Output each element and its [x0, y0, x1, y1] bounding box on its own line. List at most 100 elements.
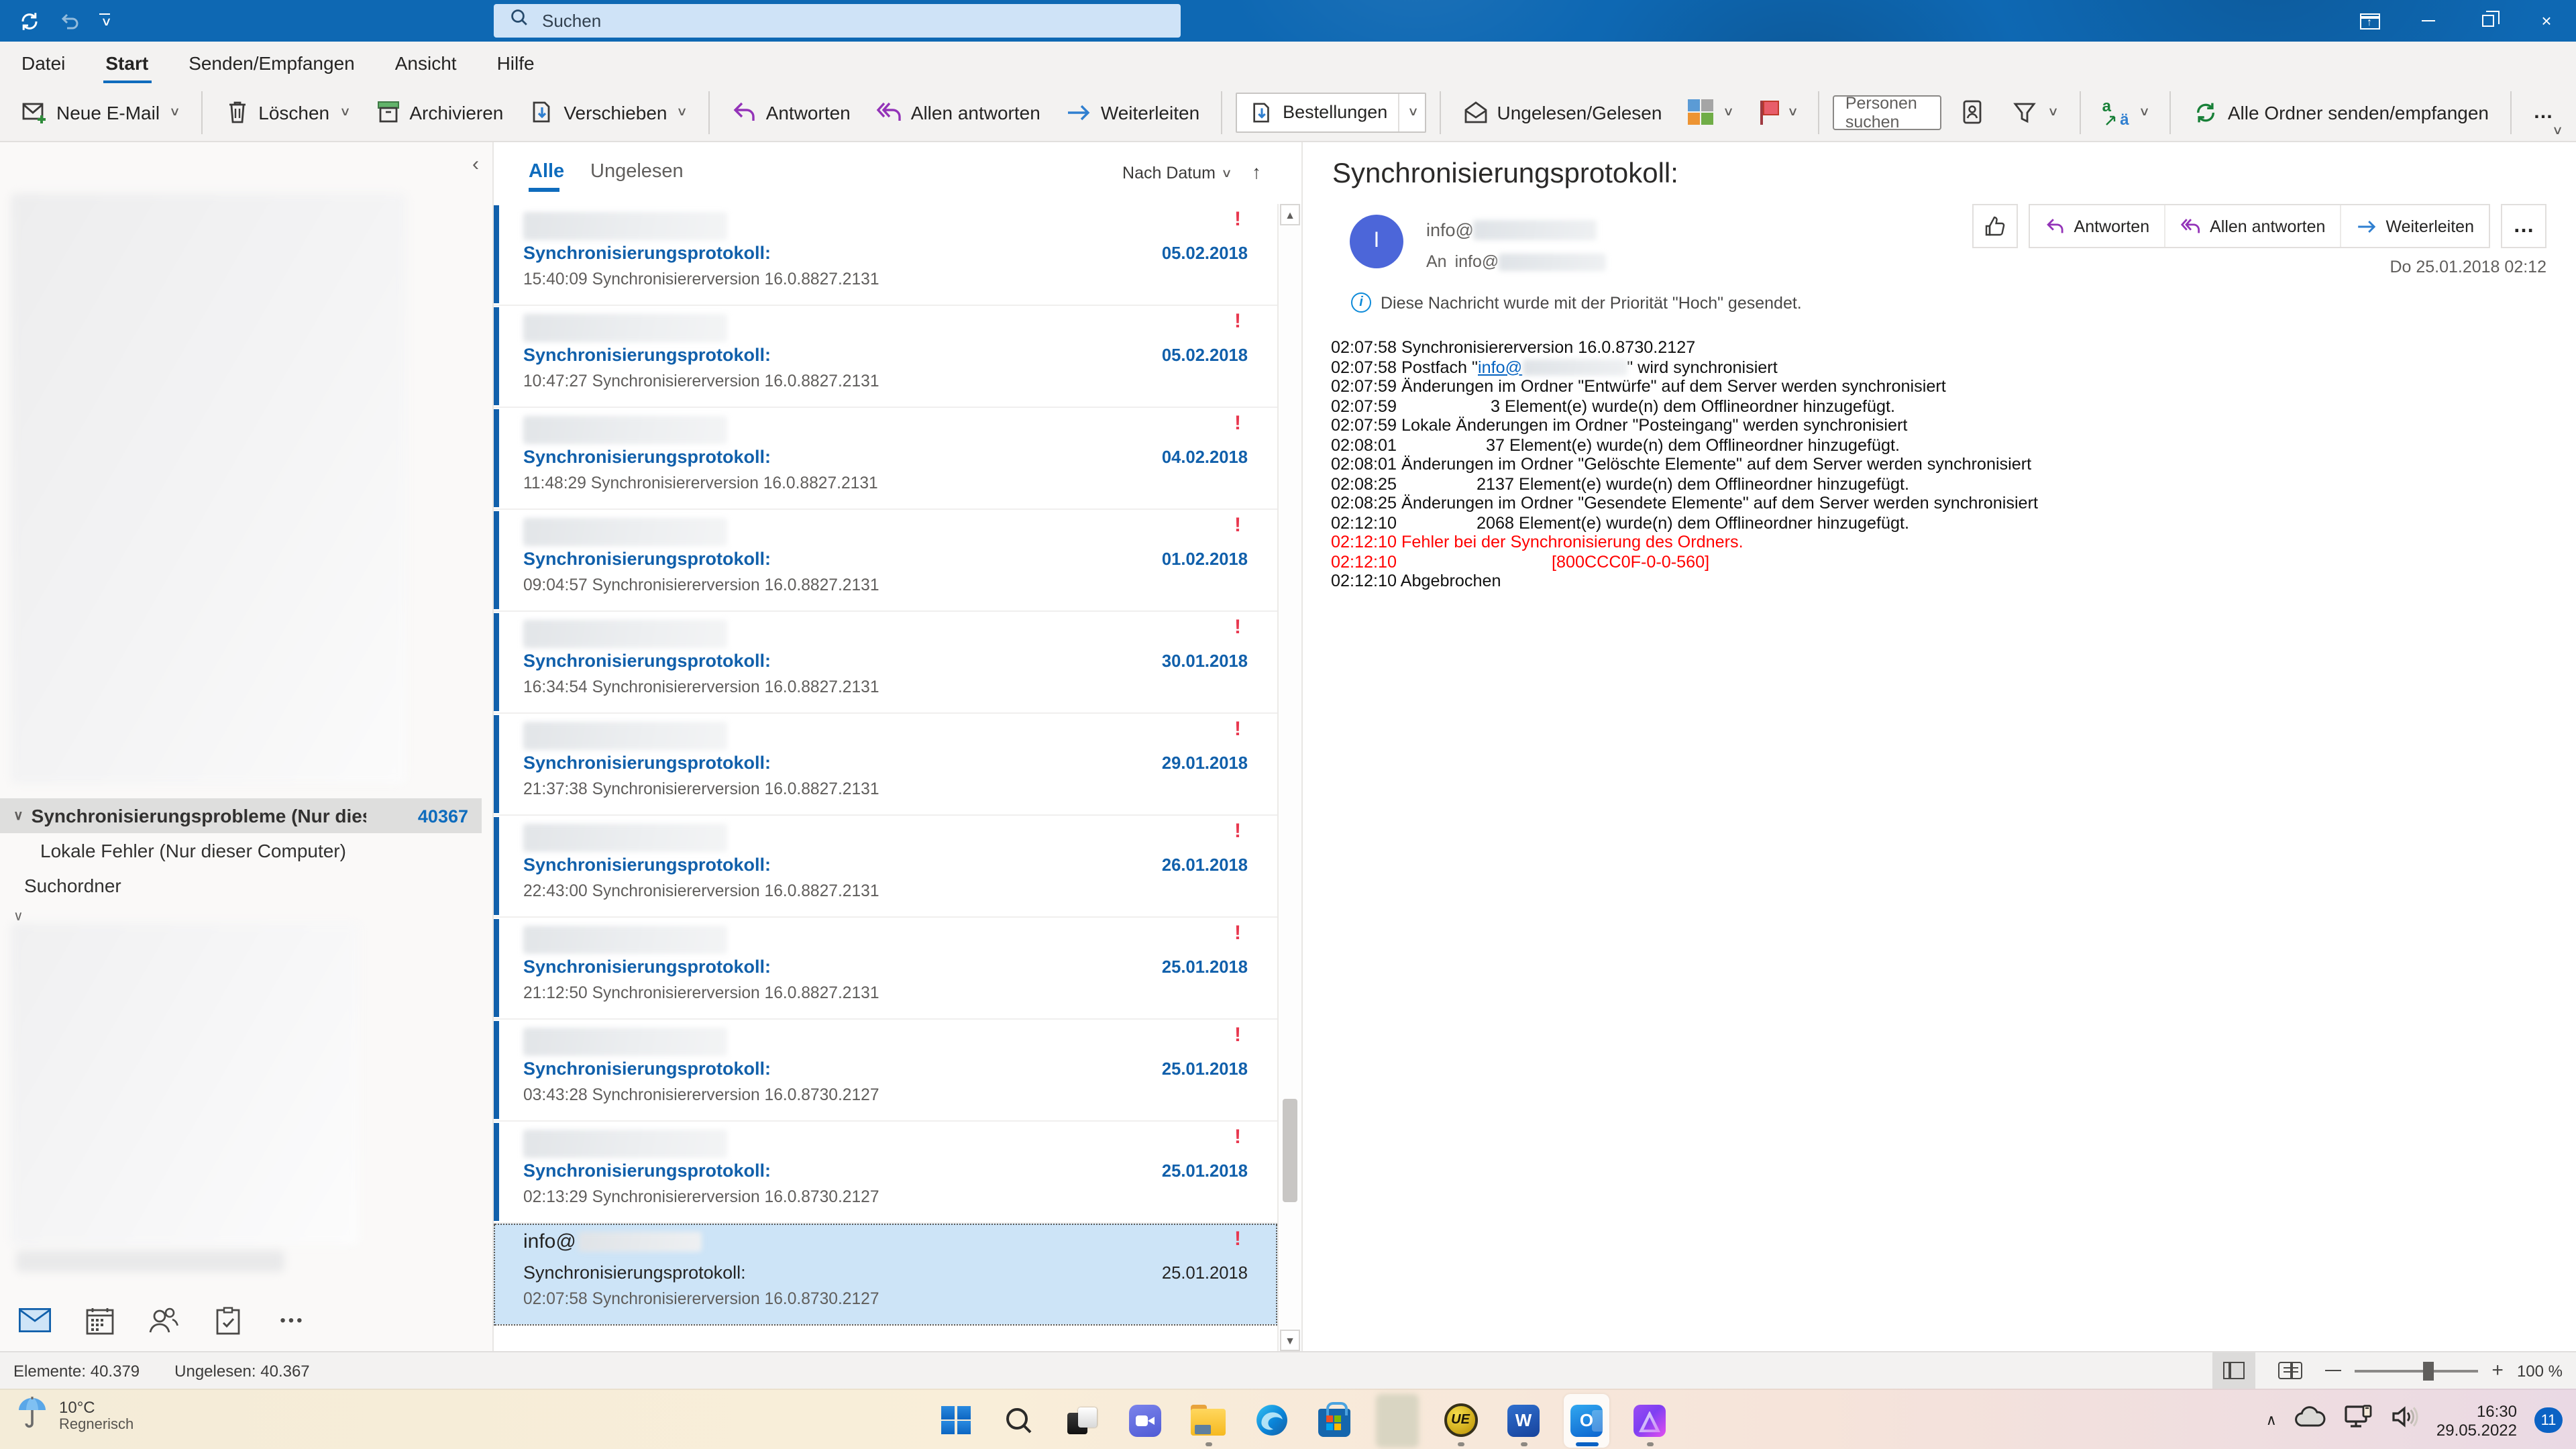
taskbar-clock[interactable]: 16:30 29.05.2022	[2436, 1401, 2517, 1439]
tab-start[interactable]: Start	[103, 44, 151, 81]
reply-button[interactable]: Antworten	[2030, 205, 2165, 247]
chat-icon[interactable]	[1122, 1393, 1168, 1447]
popout-icon[interactable]	[2340, 0, 2399, 42]
sort-by-label[interactable]: Nach Datum	[1122, 164, 1216, 182]
address-book-button[interactable]	[1951, 92, 1994, 132]
list-item[interactable]: Synchronisierungsprotokoll:05.02.201815:…	[494, 204, 1277, 306]
filter-email-button[interactable]	[2003, 92, 2065, 132]
word-icon[interactable]: W	[1501, 1393, 1546, 1447]
filter-tab-unread[interactable]: Ungelesen	[590, 161, 684, 182]
minimize-button[interactable]	[2399, 0, 2458, 42]
zoom-slider-thumb[interactable]	[2423, 1361, 2434, 1380]
list-item[interactable]: Synchronisierungsprotokoll:30.01.201816:…	[494, 612, 1277, 714]
follow-up-button[interactable]	[1751, 93, 1805, 131]
reply-all-button[interactable]: Allen antworten	[2164, 205, 2340, 247]
edge-icon[interactable]	[1248, 1393, 1294, 1447]
forward-button[interactable]: Weiterleiten	[1058, 92, 1208, 132]
normal-view-button[interactable]	[2212, 1352, 2255, 1389]
restore-button[interactable]	[2458, 0, 2517, 42]
tasks-module-icon[interactable]	[212, 1304, 244, 1336]
list-item[interactable]: info@Synchronisierungsprotokoll:25.01.20…	[494, 1224, 1277, 1326]
list-item[interactable]: Synchronisierungsprotokoll:25.01.201803:…	[494, 1020, 1277, 1122]
archive-button[interactable]: Archivieren	[366, 92, 511, 132]
chevron-down-icon[interactable]: ∨	[13, 808, 23, 823]
store-icon[interactable]	[1311, 1393, 1357, 1447]
volume-icon[interactable]	[2391, 1405, 2419, 1436]
mailbox-link[interactable]: info@	[1478, 358, 1627, 377]
zoom-in-button[interactable]: +	[2491, 1364, 2504, 1377]
sort-dropdown-icon[interactable]	[1222, 166, 1233, 181]
sidebar-item-local-errors[interactable]: Lokale Fehler (Nur dieser Computer)	[0, 833, 482, 868]
message-list-scrollbar[interactable]: ▲ ▼	[1277, 204, 1301, 1351]
categorize-button[interactable]	[1679, 93, 1741, 132]
ultraedit-icon[interactable]: UE	[1438, 1393, 1483, 1447]
forward-button[interactable]: Weiterleiten	[2340, 205, 2489, 247]
hidden-icons-chevron[interactable]: ∧	[2266, 1411, 2277, 1429]
start-button[interactable]	[933, 1393, 979, 1447]
weather-widget[interactable]: 10°C Regnerisch	[16, 1395, 133, 1438]
list-item[interactable]: Synchronisierungsprotokoll:05.02.201810:…	[494, 306, 1277, 408]
sidebar-item-sync-problems[interactable]: ∨ Synchronisierungsprobleme (Nur dieser …	[0, 798, 482, 833]
chevron-icon[interactable]: ∨	[13, 910, 23, 924]
redacted-sender	[523, 722, 727, 750]
search-bar[interactable]: Suchen	[494, 4, 1181, 38]
move-button[interactable]: Verschieben	[521, 92, 694, 132]
more-modules-icon[interactable]	[276, 1304, 309, 1336]
tab-hilfe[interactable]: Hilfe	[494, 44, 537, 81]
recipient-address[interactable]: info@	[1455, 252, 1607, 271]
zoom-slider[interactable]	[2355, 1369, 2478, 1372]
scrollbar-thumb[interactable]	[1283, 1099, 1297, 1202]
reply-all-button[interactable]: Allen antworten	[868, 92, 1049, 132]
zoom-out-button[interactable]	[2325, 1369, 2341, 1371]
task-view-icon[interactable]	[1059, 1393, 1105, 1447]
send-receive-all-button[interactable]: Alle Ordner senden/empfangen	[2185, 92, 2497, 132]
collapse-folder-pane-icon[interactable]: ‹	[472, 153, 479, 176]
onedrive-icon[interactable]	[2294, 1406, 2326, 1434]
zoom-level[interactable]: 100 %	[2517, 1361, 2563, 1380]
list-item[interactable]: Synchronisierungsprotokoll:25.01.201802:…	[494, 1122, 1277, 1224]
calendar-module-icon[interactable]	[83, 1304, 115, 1336]
file-explorer-icon[interactable]	[1185, 1393, 1231, 1447]
close-button[interactable]: ×	[2517, 0, 2576, 42]
sidebar-item-search-folders[interactable]: Suchordner	[0, 868, 482, 903]
filter-tab-all[interactable]: Alle	[529, 161, 564, 182]
list-item[interactable]: Synchronisierungsprotokoll:25.01.201821:…	[494, 918, 1277, 1020]
quick-step-bestellungen[interactable]: Bestellungen	[1236, 92, 1426, 132]
collapse-ribbon-icon[interactable]	[2553, 123, 2564, 138]
sender-address[interactable]: info@	[1426, 220, 1597, 240]
unread-read-button[interactable]: Ungelesen/Gelesen	[1454, 92, 1670, 132]
reading-view-button[interactable]	[2269, 1352, 2312, 1389]
redacted-app-icon[interactable]	[1375, 1393, 1420, 1447]
search-people-input[interactable]: Personen suchen	[1833, 95, 1942, 129]
list-item-preview: 10:47:27 Synchronisiererversion 16.0.882…	[523, 372, 879, 390]
mail-module-icon[interactable]	[19, 1304, 51, 1336]
tab-senden-empfangen[interactable]: Senden/Empfangen	[186, 44, 358, 81]
people-module-icon[interactable]	[148, 1304, 180, 1336]
translate-button[interactable]: a ä	[2094, 92, 2157, 132]
sort-direction-icon[interactable]: ↑	[1252, 161, 1261, 182]
affinity-icon[interactable]	[1627, 1393, 1672, 1447]
network-icon[interactable]	[2344, 1404, 2373, 1436]
list-item[interactable]: Synchronisierungsprotokoll:01.02.201809:…	[494, 510, 1277, 612]
delete-button[interactable]: Löschen	[215, 92, 357, 132]
like-button[interactable]	[1972, 204, 2018, 248]
more-actions-button[interactable]: …	[2501, 204, 2546, 248]
sender-avatar[interactable]: I	[1350, 215, 1403, 268]
list-item[interactable]: Synchronisierungsprotokoll:29.01.201821:…	[494, 714, 1277, 816]
list-item[interactable]: Synchronisierungsprotokoll:04.02.201811:…	[494, 408, 1277, 510]
taskbar-search-icon[interactable]	[996, 1393, 1042, 1447]
message-body: 02:07:58 Synchronisiererversion 16.0.873…	[1331, 338, 2549, 591]
scroll-up-icon[interactable]: ▲	[1280, 204, 1300, 225]
tab-datei[interactable]: Datei	[19, 44, 68, 81]
notification-badge[interactable]: 11	[2534, 1407, 2563, 1433]
scroll-down-icon[interactable]: ▼	[1280, 1330, 1300, 1351]
tab-ansicht[interactable]: Ansicht	[392, 44, 460, 81]
quick-step-dropdown[interactable]	[1398, 93, 1424, 131]
new-email-button[interactable]: Neue E-Mail	[13, 92, 187, 132]
reply-button[interactable]: Antworten	[723, 92, 859, 132]
outlook-icon[interactable]: O	[1564, 1393, 1609, 1447]
undo-icon[interactable]	[59, 10, 80, 32]
list-item[interactable]: Synchronisierungsprotokoll:26.01.201822:…	[494, 816, 1277, 918]
send-receive-icon[interactable]	[19, 10, 40, 32]
customize-quick-access-icon[interactable]	[99, 13, 111, 29]
